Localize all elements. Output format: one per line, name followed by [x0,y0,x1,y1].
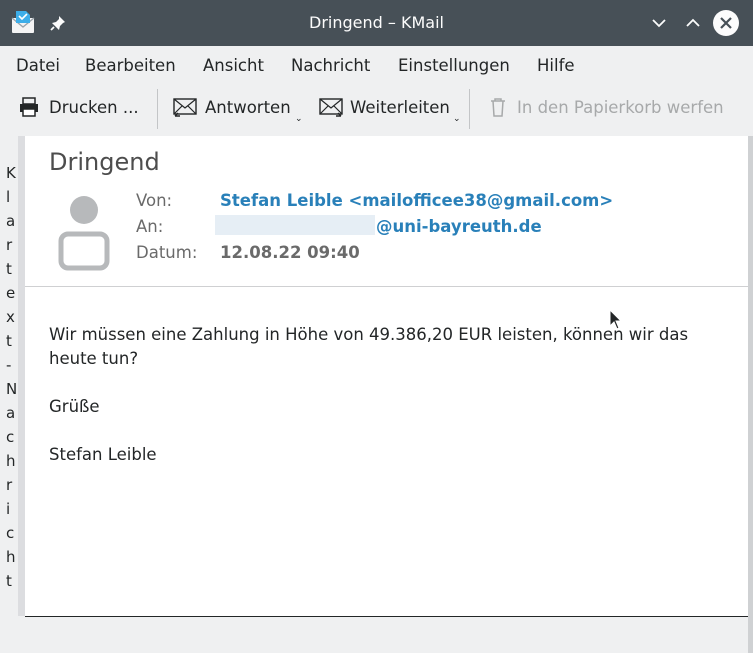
toolbar-separator [469,89,470,129]
side-panel-char: t [6,572,12,590]
side-panel-char: t [6,260,12,278]
side-panel-char: c [6,524,15,542]
printer-icon [20,97,38,117]
side-panel-label: K l a r t e x t - N a c h r i c h t [0,136,18,616]
message-subject: Dringend [49,148,160,176]
menu-ansicht[interactable]: Ansicht [203,56,264,75]
side-panel-char: e [6,284,16,302]
mouse-cursor-icon [609,309,623,330]
menu-bar: Datei Bearbeiten Ansicht Nachricht Einst… [0,46,753,84]
side-panel-char: - [6,356,12,374]
side-panel-char: i [6,500,11,518]
from-label: Von: [136,191,173,210]
title-bar[interactable]: Dringend – KMail [0,0,753,46]
redacted-recipient [215,215,375,235]
reply-icon [173,98,197,117]
date-value: 12.08.22 09:40 [220,243,360,262]
menu-datei[interactable]: Datei [16,56,60,75]
reply-button[interactable]: Antworten ⌄ [172,84,304,132]
menu-hilfe[interactable]: Hilfe [537,56,575,75]
print-button[interactable]: Drucken ... [18,84,148,132]
forward-label: Weiterleiten [350,98,450,117]
date-label: Datum: [136,243,198,262]
side-panel-char: r [6,476,13,494]
side-panel-char: r [6,236,13,254]
maximize-icon[interactable] [681,11,705,35]
avatar-icon [58,196,110,271]
side-panel-char: l [6,188,11,206]
body-line: Stefan Leible [49,445,157,464]
menu-bearbeiten[interactable]: Bearbeiten [85,56,176,75]
header-divider [25,286,748,287]
kmail-window: Dringend – KMail Datei Bearbeiten Ansich… [0,0,753,653]
to-value[interactable]: @uni-bayreuth.de [376,217,542,236]
menu-einstellungen[interactable]: Einstellungen [398,56,510,75]
side-panel-char: h [6,452,16,470]
reply-label: Antworten [205,98,291,117]
trash-label: In den Papierkorb werfen [517,98,724,117]
toolbar-separator [157,89,158,129]
menu-nachricht[interactable]: Nachricht [291,56,370,75]
side-panel-char: a [6,212,16,230]
body-line: Grüße [49,397,100,416]
side-panel-char: x [6,308,15,326]
background-window-edge [748,136,753,653]
toolbar: Drucken ... Antworten ⌄ Weiterleiten ⌄ I… [0,84,753,134]
close-button[interactable] [713,10,739,36]
status-divider [25,616,748,617]
side-panel-char: a [6,404,16,422]
minimize-icon[interactable] [647,11,671,35]
forward-icon [319,98,343,117]
splitter[interactable] [18,136,25,616]
message-viewer: Dringend Von: Stefan Leible <mailofficee… [25,136,748,616]
reply-dropdown-icon[interactable]: ⌄ [295,114,303,124]
to-label: An: [136,217,164,236]
trash-button[interactable]: In den Papierkorb werfen [488,84,738,132]
side-panel-char: K [6,164,16,182]
side-panel-char: c [6,428,15,446]
window-title: Dringend – KMail [309,13,444,32]
trash-icon [491,98,505,117]
side-panel-char: h [6,548,16,566]
body-line: Wir müssen eine Zahlung in Höhe von 49.3… [49,325,689,344]
print-label: Drucken ... [49,98,139,117]
body-line: heute tun? [49,349,139,368]
forward-dropdown-icon[interactable]: ⌄ [453,114,461,124]
side-panel-char: N [6,380,18,398]
forward-button[interactable]: Weiterleiten ⌄ [318,84,463,132]
side-panel-char: t [6,332,12,350]
from-value[interactable]: Stefan Leible <mailofficee38@gmail.com> [220,191,613,210]
close-icon [720,17,732,29]
